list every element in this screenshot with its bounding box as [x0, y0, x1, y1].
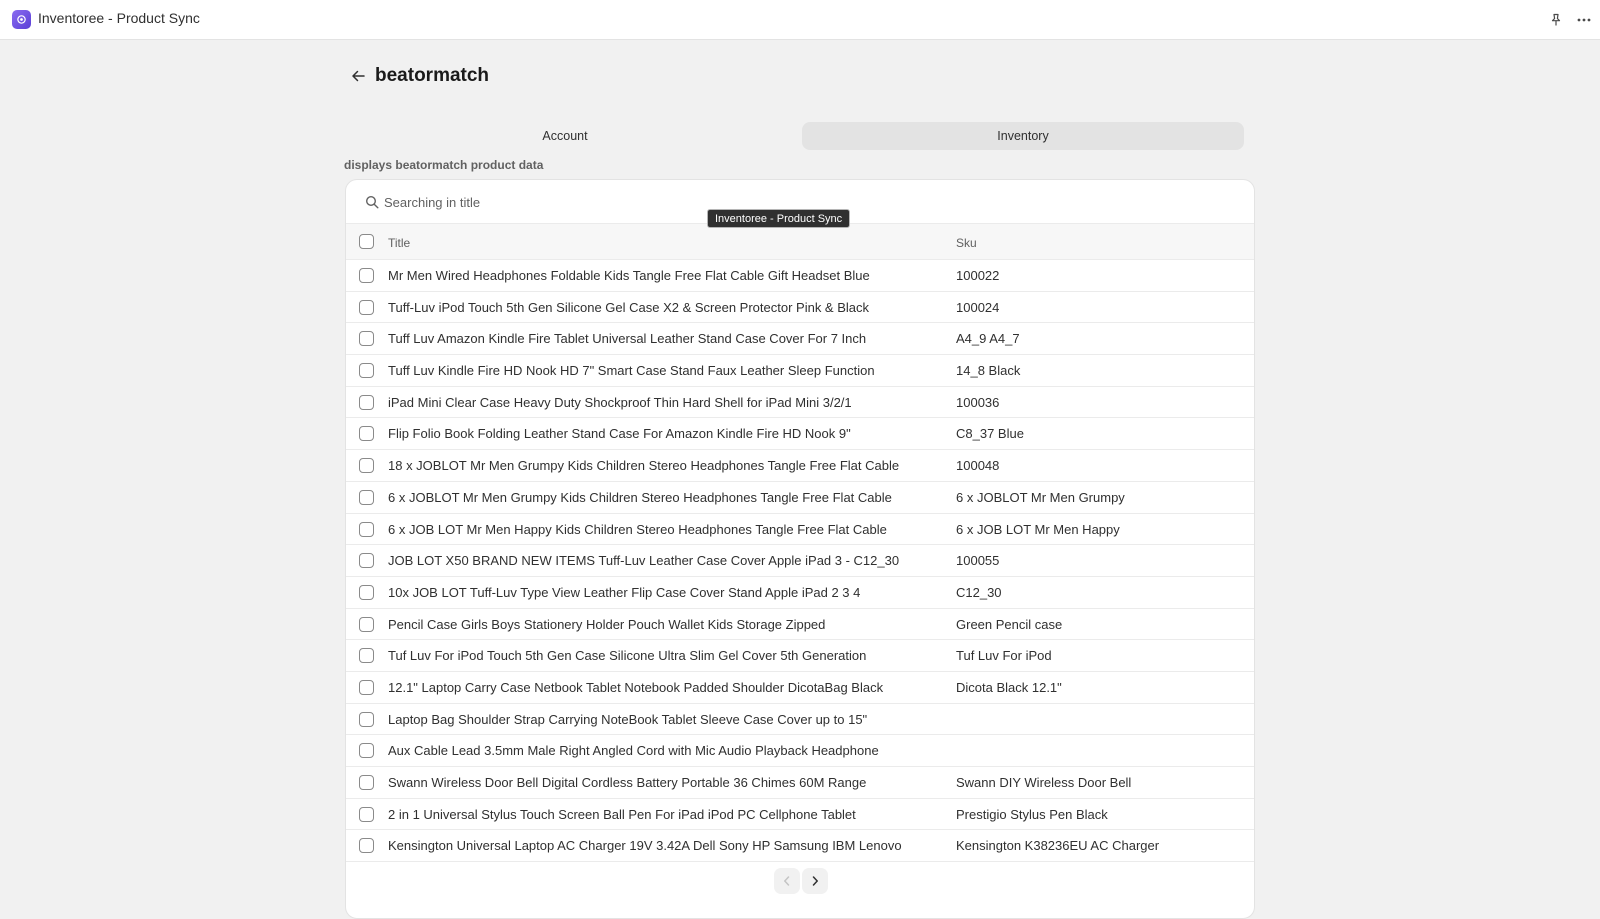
- table-row[interactable]: 2 in 1 Universal Stylus Touch Screen Bal…: [346, 799, 1254, 831]
- table-row[interactable]: Kensington Universal Laptop AC Charger 1…: [346, 830, 1254, 863]
- cell-sku: Tuf Luv For iPod: [956, 648, 1052, 664]
- cell-sku: 100048: [956, 458, 1000, 474]
- cell-title: Swann Wireless Door Bell Digital Cordles…: [388, 775, 867, 790]
- pagination: [774, 868, 828, 894]
- cell-sku: A4_9 A4_7: [956, 331, 1020, 347]
- table-row[interactable]: Pencil Case Girls Boys Stationery Holder…: [346, 609, 1254, 641]
- table-row[interactable]: iPad Mini Clear Case Heavy Duty Shockpro…: [346, 387, 1254, 419]
- cell-title: Tuff Luv Amazon Kindle Fire Tablet Unive…: [388, 331, 867, 347]
- section-description: displays beatormatch product data: [344, 158, 544, 172]
- row-checkbox[interactable]: [359, 553, 374, 569]
- cell-sku: Kensington K38236EU AC Charger: [956, 838, 1160, 854]
- chevron-left-icon: [784, 876, 790, 886]
- cell-title: Aux Cable Lead 3.5mm Male Right Angled C…: [388, 743, 879, 759]
- back-button[interactable]: [348, 66, 368, 86]
- row-checkbox[interactable]: [359, 711, 374, 727]
- cell-sku: 100024: [956, 299, 1000, 315]
- table-body: Mr Men Wired Headphones Foldable Kids Ta…: [346, 260, 1254, 863]
- pin-icon[interactable]: [1546, 10, 1566, 30]
- cell-title: 12.1" Laptop Carry Case Netbook Tablet N…: [388, 679, 884, 695]
- tab-inventory[interactable]: Inventory: [802, 122, 1244, 150]
- cell-title: Mr Men Wired Headphones Foldable Kids Ta…: [388, 268, 870, 283]
- row-checkbox[interactable]: [359, 331, 374, 347]
- row-checkbox[interactable]: [359, 838, 374, 854]
- table-row[interactable]: Mr Men Wired Headphones Foldable Kids Ta…: [346, 260, 1254, 292]
- cell-title: Tuff-Luv iPod Touch 5th Gen Silicone Gel…: [388, 299, 870, 315]
- cell-sku: C8_37 Blue: [956, 426, 1024, 442]
- cell-title: Flip Folio Book Folding Leather Stand Ca…: [388, 426, 851, 442]
- cell-sku: 6 x JOBLOT Mr Men Grumpy: [956, 489, 1125, 505]
- table-row[interactable]: Laptop Bag Shoulder Strap Carrying NoteB…: [346, 704, 1254, 736]
- app-bar: Inventoree - Product Sync: [0, 0, 1600, 40]
- row-checkbox[interactable]: [359, 616, 374, 632]
- table-row[interactable]: 10x JOB LOT Tuff-Luv Type View Leather F…: [346, 577, 1254, 609]
- more-icon[interactable]: [1574, 10, 1594, 30]
- cell-title: 6 x JOBLOT Mr Men Grumpy Kids Children S…: [388, 489, 892, 505]
- row-checkbox[interactable]: [359, 489, 374, 505]
- row-checkbox[interactable]: [359, 743, 374, 759]
- row-checkbox[interactable]: [359, 299, 374, 315]
- cell-sku: C12_30: [956, 584, 1002, 600]
- cell-sku: Swann DIY Wireless Door Bell: [956, 775, 1132, 790]
- cell-title: 2 in 1 Universal Stylus Touch Screen Bal…: [388, 806, 856, 822]
- cell-title: Laptop Bag Shoulder Strap Carrying NoteB…: [388, 711, 868, 727]
- select-all-checkbox[interactable]: [359, 234, 374, 249]
- table-row[interactable]: Tuff-Luv iPod Touch 5th Gen Silicone Gel…: [346, 292, 1254, 324]
- table-row[interactable]: JOB LOT X50 BRAND NEW ITEMS Tuff-Luv Lea…: [346, 545, 1254, 577]
- row-checkbox[interactable]: [359, 584, 374, 600]
- next-page-button[interactable]: [802, 868, 828, 894]
- table-row[interactable]: Aux Cable Lead 3.5mm Male Right Angled C…: [346, 735, 1254, 767]
- app-title: Inventoree - Product Sync: [38, 10, 200, 26]
- table-row[interactable]: Tuf Luv For iPod Touch 5th Gen Case Sili…: [346, 640, 1254, 672]
- table-header: Title Sku: [346, 224, 1254, 260]
- row-checkbox[interactable]: [359, 775, 374, 790]
- table-row[interactable]: 6 x JOB LOT Mr Men Happy Kids Children S…: [346, 514, 1254, 546]
- row-checkbox[interactable]: [359, 806, 374, 822]
- cell-title: Tuff Luv Kindle Fire HD Nook HD 7" Smart…: [388, 363, 875, 379]
- tooltip: Inventoree - Product Sync: [707, 209, 851, 228]
- table-row[interactable]: Tuff Luv Amazon Kindle Fire Tablet Unive…: [346, 323, 1254, 356]
- cell-title: 18 x JOBLOT Mr Men Grumpy Kids Children …: [388, 458, 900, 474]
- app-logo-icon: [12, 10, 31, 29]
- cell-sku: Prestigio Stylus Pen Black: [956, 806, 1108, 822]
- search-icon: [365, 195, 379, 209]
- row-checkbox[interactable]: [359, 363, 374, 379]
- cell-sku: Dicota Black 12.1": [956, 679, 1062, 695]
- table-row[interactable]: Flip Folio Book Folding Leather Stand Ca…: [346, 418, 1254, 451]
- cell-sku: Green Pencil case: [956, 616, 1063, 632]
- cell-title: 6 x JOB LOT Mr Men Happy Kids Children S…: [388, 521, 887, 537]
- row-checkbox[interactable]: [359, 268, 374, 283]
- chevron-right-icon: [812, 876, 818, 886]
- row-checkbox[interactable]: [359, 394, 374, 410]
- cell-title: 10x JOB LOT Tuff-Luv Type View Leather F…: [388, 584, 861, 600]
- cell-title: JOB LOT X50 BRAND NEW ITEMS Tuff-Luv Lea…: [388, 553, 900, 569]
- table-row[interactable]: Tuff Luv Kindle Fire HD Nook HD 7" Smart…: [346, 355, 1254, 387]
- row-checkbox[interactable]: [359, 679, 374, 695]
- cell-title: Kensington Universal Laptop AC Charger 1…: [388, 838, 902, 854]
- cell-title: Pencil Case Girls Boys Stationery Holder…: [388, 616, 826, 632]
- product-table-card: Title Sku Mr Men Wired Headphones Foldab…: [345, 179, 1255, 919]
- cell-title: iPad Mini Clear Case Heavy Duty Shockpro…: [388, 394, 852, 410]
- column-header-title: Title: [388, 236, 411, 250]
- cell-title: Tuf Luv For iPod Touch 5th Gen Case Sili…: [388, 648, 867, 664]
- arrow-left-icon: [352, 70, 365, 82]
- cell-sku: 100055: [956, 553, 1000, 569]
- row-checkbox[interactable]: [359, 521, 374, 537]
- table-row[interactable]: Swann Wireless Door Bell Digital Cordles…: [346, 767, 1254, 799]
- cell-sku: 14_8 Black: [956, 363, 1021, 379]
- tabs: Account Inventory: [344, 122, 1244, 150]
- column-header-sku: Sku: [956, 236, 977, 250]
- table-row[interactable]: 12.1" Laptop Carry Case Netbook Tablet N…: [346, 672, 1254, 704]
- tab-account[interactable]: Account: [344, 122, 786, 150]
- cell-sku: 100022: [956, 268, 1000, 283]
- table-row[interactable]: 18 x JOBLOT Mr Men Grumpy Kids Children …: [346, 450, 1254, 482]
- cell-sku: 100036: [956, 394, 1000, 410]
- table-row[interactable]: 6 x JOBLOT Mr Men Grumpy Kids Children S…: [346, 482, 1254, 514]
- page-title: beatormatch: [375, 65, 490, 86]
- row-checkbox[interactable]: [359, 648, 374, 664]
- row-checkbox[interactable]: [359, 426, 374, 442]
- row-checkbox[interactable]: [359, 458, 374, 474]
- previous-page-button[interactable]: [774, 868, 800, 894]
- cell-sku: 6 x JOB LOT Mr Men Happy: [956, 521, 1120, 537]
